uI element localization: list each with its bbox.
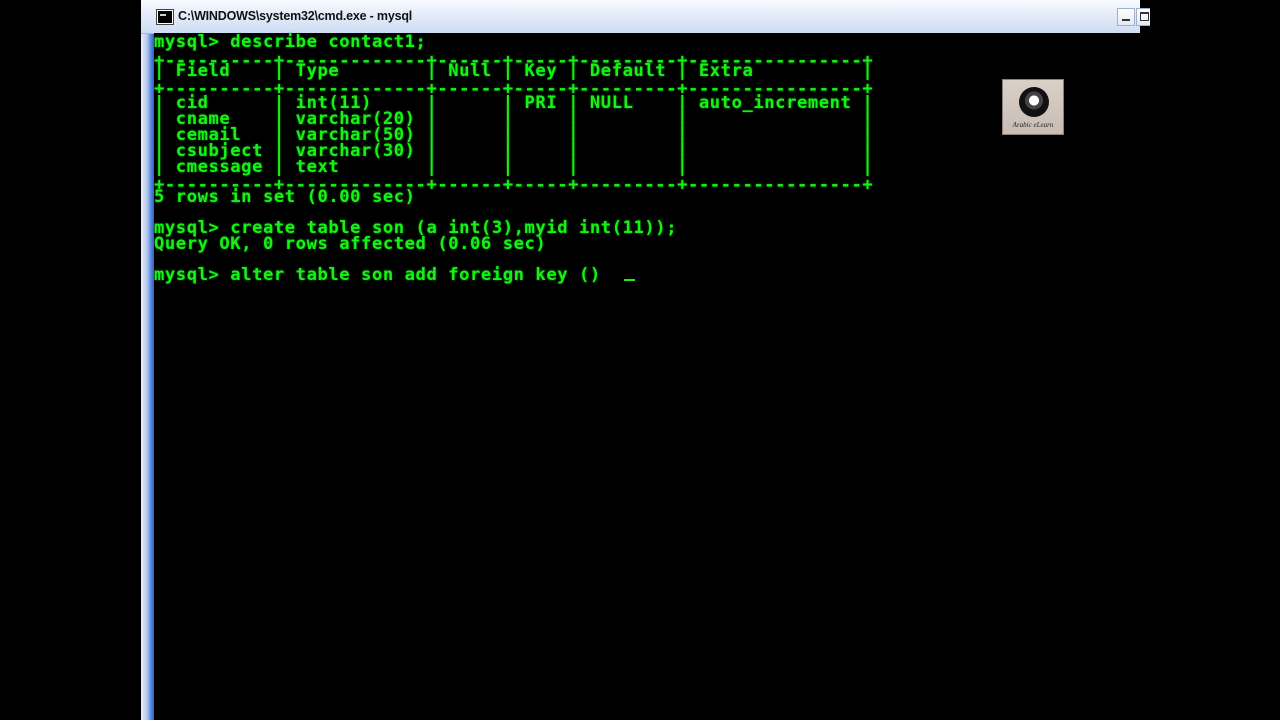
watermark-logo: Arabic eLearn xyxy=(1002,79,1064,135)
console-line: 5 rows in set (0.00 sec) xyxy=(154,187,416,207)
text-cursor xyxy=(624,279,635,281)
window-title: C:\WINDOWS\system32\cmd.exe - mysql xyxy=(178,9,413,23)
prompt-line[interactable]: mysql> alter table son add foreign key (… xyxy=(154,266,601,284)
console-line: mysql> describe contact1; xyxy=(154,32,427,52)
maximize-button[interactable] xyxy=(1136,8,1150,26)
console-line: Query OK, 0 rows affected (0.06 sec) xyxy=(154,234,547,254)
logo-emblem-icon xyxy=(1019,87,1049,117)
window-left-border xyxy=(141,0,154,720)
table-row-line: | cmessage | text | | | | | xyxy=(154,157,874,177)
title-bar[interactable]: C:\WINDOWS\system32\cmd.exe - mysql xyxy=(141,0,1150,34)
table-header-line: | Field | Type | Null | Key | Default | … xyxy=(154,61,874,81)
console-output[interactable]: mysql> describe contact1; +----------+--… xyxy=(154,33,1140,720)
logo-caption: Arabic eLearn xyxy=(1012,121,1054,129)
minimize-button[interactable] xyxy=(1117,8,1135,26)
console-icon[interactable] xyxy=(157,10,173,24)
